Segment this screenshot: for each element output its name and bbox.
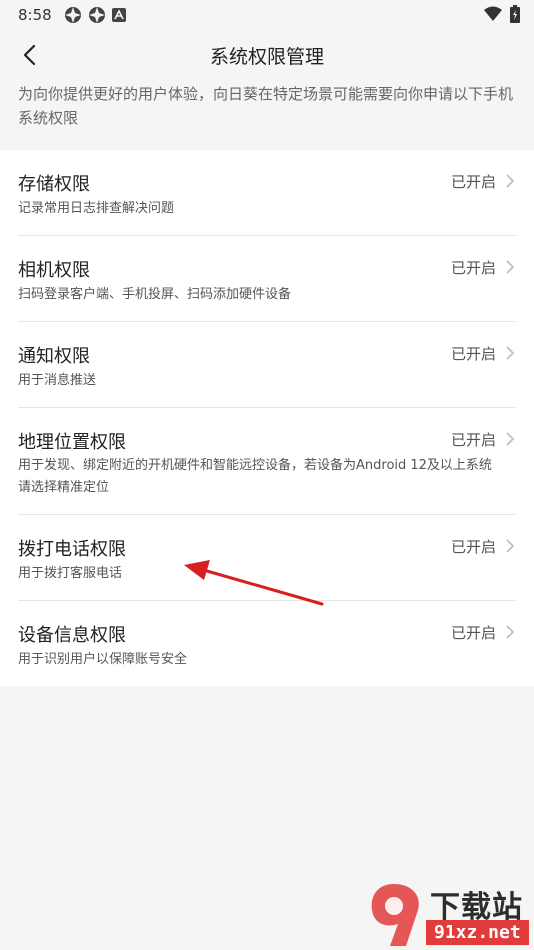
permission-title: 地理位置权限: [18, 432, 126, 453]
permission-title: 设备信息权限: [18, 625, 126, 646]
permission-status: 已开启: [450, 624, 496, 642]
permission-desc: 用于消息推送: [18, 373, 97, 388]
status-time: 8:58: [18, 6, 52, 24]
permission-title: 存储权限: [18, 174, 90, 195]
permission-status: 已开启: [450, 345, 496, 363]
permission-item-storage[interactable]: 存储权限 记录常用日志排查解决问题 已开启: [0, 150, 534, 235]
permission-item-location[interactable]: 地理位置权限 用于发现、绑定附近的开机硬件和智能远控设备，若设备为Android…: [0, 408, 534, 514]
permission-item-notification[interactable]: 通知权限 用于消息推送 已开启: [0, 322, 534, 407]
title-bar: 系统权限管理: [0, 30, 534, 78]
watermark-logo-icon: [371, 884, 419, 946]
permission-item-device-info[interactable]: 设备信息权限 用于识别用户以保障账号安全 已开启: [0, 601, 534, 686]
permission-list: 存储权限 记录常用日志排查解决问题 已开启 相机权限 扫码登录客户端、手机投屏、…: [0, 150, 534, 686]
permission-desc: 记录常用日志排查解决问题: [18, 201, 175, 216]
chevron-right-icon: [506, 260, 515, 274]
wifi-icon: [484, 6, 502, 21]
watermark: 下载站 91xz.net: [364, 880, 534, 950]
permission-item-camera[interactable]: 相机权限 扫码登录客户端、手机投屏、扫码添加硬件设备 已开启: [0, 236, 534, 321]
permission-title: 通知权限: [18, 346, 90, 367]
permission-desc: 用于发现、绑定附近的开机硬件和智能远控设备，若设备为Android 12及以上系…: [18, 458, 492, 495]
chevron-right-icon: [506, 625, 515, 639]
permission-status: 已开启: [450, 538, 496, 556]
app-notification-icon: [88, 7, 105, 23]
status-icons-left: [64, 6, 126, 24]
permission-desc: 用于识别用户以保障账号安全: [18, 652, 188, 667]
permission-title: 相机权限: [18, 260, 90, 281]
page-title: 系统权限管理: [209, 46, 324, 68]
status-bar: 8:58: [0, 0, 534, 30]
permission-status: 已开启: [450, 431, 496, 449]
permission-status: 已开启: [450, 173, 496, 191]
watermark-url: 91xz.net: [426, 920, 529, 945]
chevron-right-icon: [506, 539, 515, 553]
status-icons-right: [484, 5, 520, 23]
permission-title: 拨打电话权限: [18, 539, 126, 560]
permission-item-phone-call[interactable]: 拨打电话权限 用于拨打客服电话 已开启: [0, 515, 534, 600]
chevron-right-icon: [506, 346, 515, 360]
permission-desc: 用于拨打客服电话: [18, 566, 123, 581]
intro-text: 为向你提供更好的用户体验，向日葵在特定场景可能需要向你申请以下手机系统权限: [18, 85, 514, 127]
permission-status: 已开启: [450, 259, 496, 277]
chevron-right-icon: [506, 174, 515, 188]
app-notification-icon: [64, 7, 81, 23]
permission-desc: 扫码登录客户端、手机投屏、扫码添加硬件设备: [18, 287, 292, 302]
chevron-right-icon: [506, 432, 515, 446]
battery-icon: [510, 5, 520, 23]
text-notification-icon: [111, 8, 126, 22]
